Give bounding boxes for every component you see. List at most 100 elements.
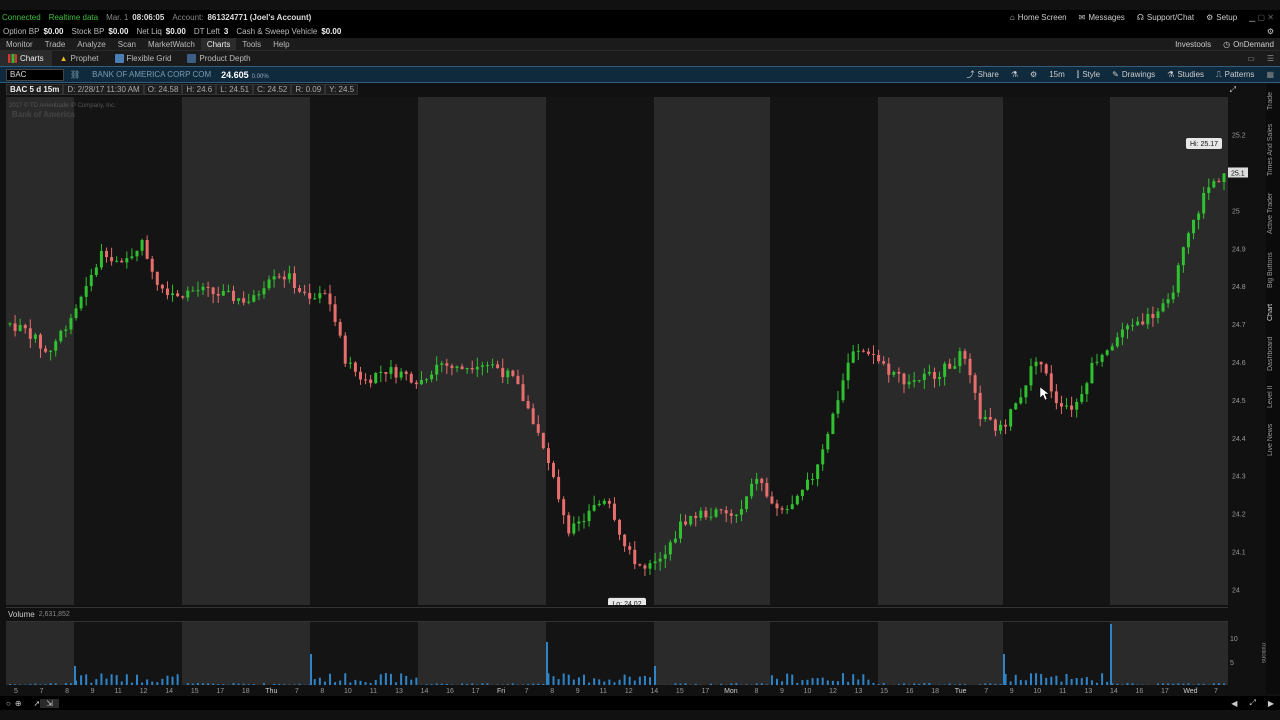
grid-layout-icon[interactable]: ▦ [1260,70,1280,79]
share-button[interactable]: ⤴ Share [961,69,1005,80]
subtab-charts[interactable]: Charts [0,51,52,66]
candle-body [110,257,114,262]
time-tick: 11 [600,688,607,695]
status-bar: Connected Realtime data Mar. 1 08:06:05 … [0,10,1280,25]
time-tick: Mon [724,688,738,695]
subtab-flexible-grid[interactable]: Flexible Grid [107,51,180,66]
investools-link[interactable]: Investools [1169,40,1217,49]
candle-body [303,291,307,293]
symbol-link-icon[interactable]: ⛓ [64,70,86,79]
candle-body [607,500,611,504]
candle-body [1059,403,1063,407]
session-band [1003,97,1110,605]
price-tick: 24.5 [1232,398,1246,405]
price-tick: 24.1 [1232,550,1246,557]
timeframe-button[interactable]: 15m [1043,70,1071,79]
chart-symbol-label[interactable]: BAC 5 d 15m [6,84,64,95]
patterns-button[interactable]: ⎍ Patterns [1210,70,1260,80]
side-tab-big-buttons[interactable]: Big Buttons [1267,246,1279,294]
candle-body [84,286,88,297]
candle-body [211,287,215,294]
drawings-button[interactable]: ✎ Drawings [1106,70,1161,79]
time-tick: 7 [984,688,988,695]
ondemand-button[interactable]: ◷ OnDemand [1217,40,1280,49]
home-screen-link[interactable]: ⌂ Home Screen [1004,13,1073,22]
time-tick: 12 [829,688,837,695]
candle-body [1090,362,1094,384]
symbol-input[interactable] [6,68,64,81]
setup-link[interactable]: ⚙ Setup [1200,13,1243,22]
flask-icon[interactable]: ⚗ [1005,70,1024,79]
side-tab-dashboard[interactable]: Dashboard [1267,332,1279,376]
expand-icon[interactable]: ⤢ [1224,85,1242,95]
candle-body [1115,337,1119,347]
menu-tools[interactable]: Tools [236,38,267,51]
scroll-right-icon[interactable]: ▶ [1262,699,1280,708]
gear-icon[interactable]: ⚙ [1261,27,1280,36]
zoom-in-icon[interactable]: ⊕ [9,699,28,708]
candle-body [648,563,652,569]
side-tab-times-and-sales[interactable]: Times And Sales [1267,120,1279,180]
candle-body [364,379,368,381]
candle-body [1120,329,1124,338]
candle-body [308,292,312,299]
side-tab-active-trader[interactable]: Active Trader [1267,188,1279,238]
volume-label: Volume [8,610,35,619]
expand-chart-icon[interactable]: ⤢ [1243,698,1261,708]
side-tab-trade[interactable]: Trade [1267,88,1279,114]
layout-icon[interactable]: ▭ [1241,54,1261,63]
candle-body [836,400,840,414]
candle-body [1065,405,1069,407]
home-icon: ⌂ [1009,13,1015,22]
candle-body [628,546,632,550]
menu-marketwatch[interactable]: MarketWatch [142,38,201,51]
scroll-left-icon[interactable]: ◀ [1225,699,1243,708]
time-tick: 10 [804,688,812,695]
menu-analyze[interactable]: Analyze [71,38,111,51]
menu-monitor[interactable]: Monitor [0,38,39,51]
ohlc-date: D: 2/28/17 11:30 AM [63,84,144,95]
chart-settings-icon[interactable]: ⚙ [1024,70,1043,79]
time-tick: 11 [370,688,377,695]
candle-body [785,509,789,511]
menu-charts[interactable]: Charts [200,37,237,51]
candle-body [287,273,291,280]
menu-scan[interactable]: Scan [112,38,142,51]
support-chat-link[interactable]: ☊ Support/Chat [1131,13,1200,22]
percent-change: 0.00% [251,74,269,80]
studies-button[interactable]: ⚗ Studies [1161,70,1210,79]
window-controls[interactable]: ▁ ▢ ✕ [1243,13,1280,22]
price-chart[interactable]: 2017 © TD Ameritrade IP Company, Inc. Ba… [6,97,1228,605]
candle-body [384,372,388,374]
candle-body [882,361,886,364]
candle-body [358,371,362,380]
menu-trade[interactable]: Trade [39,38,72,51]
time-tick: 12 [140,688,148,695]
time-tick: 15 [880,688,888,695]
menu-help[interactable]: Help [267,38,295,51]
candle-body [1202,192,1206,214]
menu-icon[interactable]: ☰ [1261,54,1280,63]
candle-body [1171,292,1175,300]
side-tab-level-ii[interactable]: Level II [1267,382,1279,412]
candle-body [993,419,997,431]
candle-body [333,304,337,323]
side-tab-chart[interactable]: Chart [1267,300,1279,324]
volume-session-band [418,622,546,685]
candle-body [978,392,982,420]
side-tab-live-news[interactable]: Live News [1267,420,1279,460]
account-selector[interactable]: 861324771 (Joel's Account) [207,13,311,22]
candle-body [328,293,332,305]
subtab-prophet[interactable]: ▲ Prophet [52,51,107,66]
candle-body [562,499,566,516]
pan-tool-icon[interactable]: ⇲ [40,698,59,708]
messages-link[interactable]: ✉ Messages [1073,13,1131,22]
style-button[interactable]: ⫿ Style [1071,70,1106,80]
subtab-product-depth[interactable]: Product Depth [179,51,258,66]
candle-body [1014,403,1018,410]
time-tick: 16 [1136,688,1144,695]
ohlc-low: L: 24.51 [216,84,254,95]
candle-body [684,521,688,525]
time-tick: 14 [1110,688,1118,695]
time-tick: 7 [295,688,299,695]
